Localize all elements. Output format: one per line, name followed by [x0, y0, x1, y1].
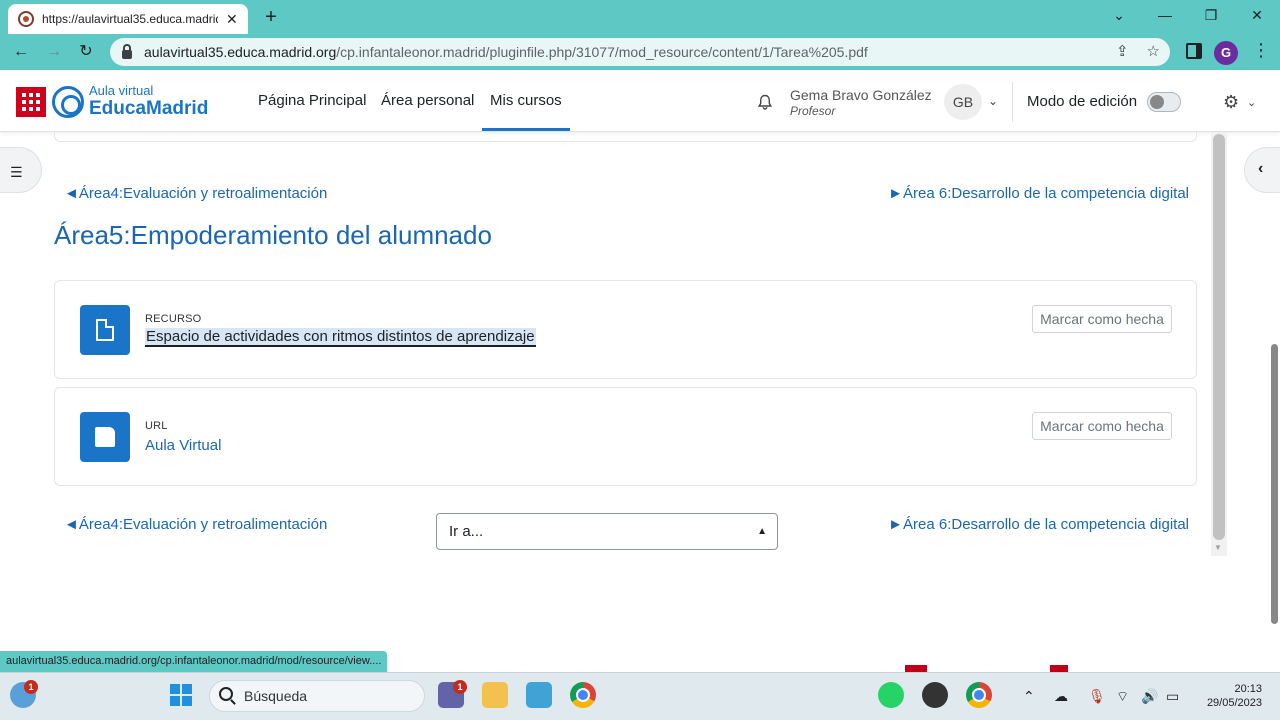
- obs-icon[interactable]: [922, 682, 948, 708]
- activity-link[interactable]: Espacio de actividades con ritmos distin…: [145, 328, 536, 347]
- partial-footer-logo: [1050, 665, 1068, 672]
- taskbar-search-placeholder: Búsqueda: [244, 688, 308, 704]
- show-hidden-icons-chevron-up-icon[interactable]: ⌃: [1023, 688, 1035, 705]
- site-favicon-icon: [18, 11, 34, 27]
- share-icon[interactable]: ⇪: [1116, 42, 1129, 60]
- battery-icon[interactable]: ▭: [1166, 688, 1179, 705]
- edit-mode-label: Modo de edición: [1027, 93, 1138, 110]
- user-menu-chevron-down-icon[interactable]: ⌄: [988, 94, 998, 108]
- list-icon[interactable]: ☰: [10, 164, 23, 181]
- mark-as-done-button[interactable]: Marcar como hecha: [1032, 305, 1172, 333]
- activity-type: RECURSO: [145, 313, 202, 325]
- chrome-taskbar-icon[interactable]: [570, 682, 596, 708]
- educamadrid-logo-icon[interactable]: [52, 86, 84, 118]
- forward-arrow-icon[interactable]: →: [43, 41, 65, 63]
- window-scrollbar-thumb[interactable]: [1271, 344, 1278, 624]
- header-divider: [1012, 82, 1013, 122]
- bookmark-star-icon[interactable]: ☆: [1147, 42, 1160, 60]
- taskbar-clock[interactable]: 20:13 29/05/2023: [1200, 682, 1262, 710]
- restore-button[interactable]: ❐: [1196, 4, 1226, 26]
- close-window-button[interactable]: ✕: [1242, 4, 1272, 26]
- back-arrow-icon[interactable]: ←: [10, 41, 32, 63]
- activity-card-resource: RECURSO Espacio de actividades con ritmo…: [54, 280, 1197, 379]
- nav-mis-cursos[interactable]: Mis cursos: [490, 92, 562, 109]
- tab-title: https://aulavirtual35.educa.madrid: [42, 12, 218, 26]
- site-brand[interactable]: Aula virtual EducaMadrid: [89, 84, 208, 118]
- clock-date: 29/05/2023: [1206, 697, 1262, 709]
- prev-section-link-bottom[interactable]: ◄Área4:Evaluación y retroalimentación: [64, 516, 327, 533]
- mark-as-done-button[interactable]: Marcar como hecha: [1032, 412, 1172, 440]
- onedrive-cloud-icon[interactable]: ☁: [1054, 688, 1068, 705]
- activity-card-url: URL Aula Virtual Marcar como hecha: [54, 387, 1197, 486]
- page-scrollbar-thumb[interactable]: [1213, 134, 1225, 540]
- jump-to-select[interactable]: Ir a... ▲: [436, 513, 778, 550]
- document-icon: [96, 319, 114, 341]
- url-icon: [95, 427, 115, 447]
- active-nav-indicator: [482, 128, 570, 131]
- wifi-icon[interactable]: ⌔: [1116, 688, 1129, 706]
- browser-toolbar: ← → ↻ aulavirtual35.educa.madrid.org/cp.…: [0, 34, 1280, 70]
- browser-menu-icon[interactable]: ⋮: [1252, 40, 1270, 61]
- desktop-app-icon[interactable]: [526, 682, 552, 708]
- search-icon: [219, 687, 233, 701]
- chevron-left-icon[interactable]: ‹: [1258, 160, 1263, 178]
- user-avatar[interactable]: GB: [944, 84, 982, 120]
- address-url[interactable]: aulavirtual35.educa.madrid.org/cp.infant…: [144, 44, 868, 60]
- volume-icon[interactable]: 🔊: [1141, 688, 1158, 705]
- section-title: Área5:Empoderamiento del alumnado: [54, 220, 492, 250]
- edit-mode-toggle[interactable]: [1147, 92, 1181, 112]
- close-tab-icon[interactable]: ✕: [226, 11, 238, 28]
- prev-section-link[interactable]: ◄Área4:Evaluación y retroalimentación: [64, 185, 327, 202]
- weather-badge: 1: [24, 680, 38, 694]
- taskbar-search-box[interactable]: [209, 680, 425, 712]
- reload-icon[interactable]: ↻: [75, 41, 97, 63]
- activity-type: URL: [145, 420, 168, 432]
- teams-badge: 1: [453, 680, 467, 694]
- browser-tab[interactable]: https://aulavirtual35.educa.madrid ✕: [8, 4, 248, 34]
- nav-pagina-principal[interactable]: Página Principal: [258, 92, 366, 109]
- chrome-active-icon[interactable]: [966, 682, 992, 708]
- activity-icon[interactable]: [80, 305, 130, 355]
- notifications-bell-icon[interactable]: [757, 94, 773, 110]
- activity-icon[interactable]: [80, 412, 130, 462]
- select-arrows-icon: ▲: [757, 526, 767, 537]
- user-role: Profesor: [790, 104, 836, 118]
- user-name[interactable]: Gema Bravo González: [790, 87, 932, 103]
- comunidad-madrid-logo[interactable]: [16, 87, 46, 117]
- activity-link[interactable]: Aula Virtual: [145, 437, 221, 454]
- nav-area-personal[interactable]: Área personal: [381, 92, 474, 109]
- browser-tabstrip: https://aulavirtual35.educa.madrid ✕ + ⌄…: [0, 0, 1280, 34]
- previous-card-edge: [54, 132, 1197, 142]
- whatsapp-icon[interactable]: [878, 682, 904, 708]
- lock-icon[interactable]: [122, 43, 132, 59]
- tab-search-icon[interactable]: ⌄: [1104, 4, 1134, 26]
- side-panel-icon[interactable]: [1186, 43, 1202, 59]
- accessibility-chevron-down-icon[interactable]: ⌄: [1247, 96, 1256, 109]
- address-bar[interactable]: aulavirtual35.educa.madrid.org/cp.infant…: [110, 38, 1170, 66]
- next-section-link[interactable]: ►Área 6:Desarrollo de la competencia dig…: [888, 185, 1189, 202]
- clock-time: 20:13: [1234, 683, 1262, 695]
- next-section-link-bottom[interactable]: ►Área 6:Desarrollo de la competencia dig…: [888, 516, 1189, 533]
- microphone-icon[interactable]: 🎙: [1088, 688, 1106, 705]
- partial-footer-logo: [905, 665, 927, 672]
- profile-avatar[interactable]: G: [1214, 41, 1238, 65]
- link-status-url: aulavirtual35.educa.madrid.org/cp.infant…: [0, 651, 388, 672]
- start-windows-icon[interactable]: [170, 684, 192, 706]
- minimize-button[interactable]: —: [1150, 4, 1180, 26]
- accessibility-gear-icon[interactable]: ⚙: [1223, 92, 1239, 113]
- file-explorer-icon[interactable]: [482, 682, 508, 708]
- new-tab-button[interactable]: +: [260, 6, 282, 28]
- scroll-down-arrow-icon[interactable]: ▼: [1214, 543, 1222, 552]
